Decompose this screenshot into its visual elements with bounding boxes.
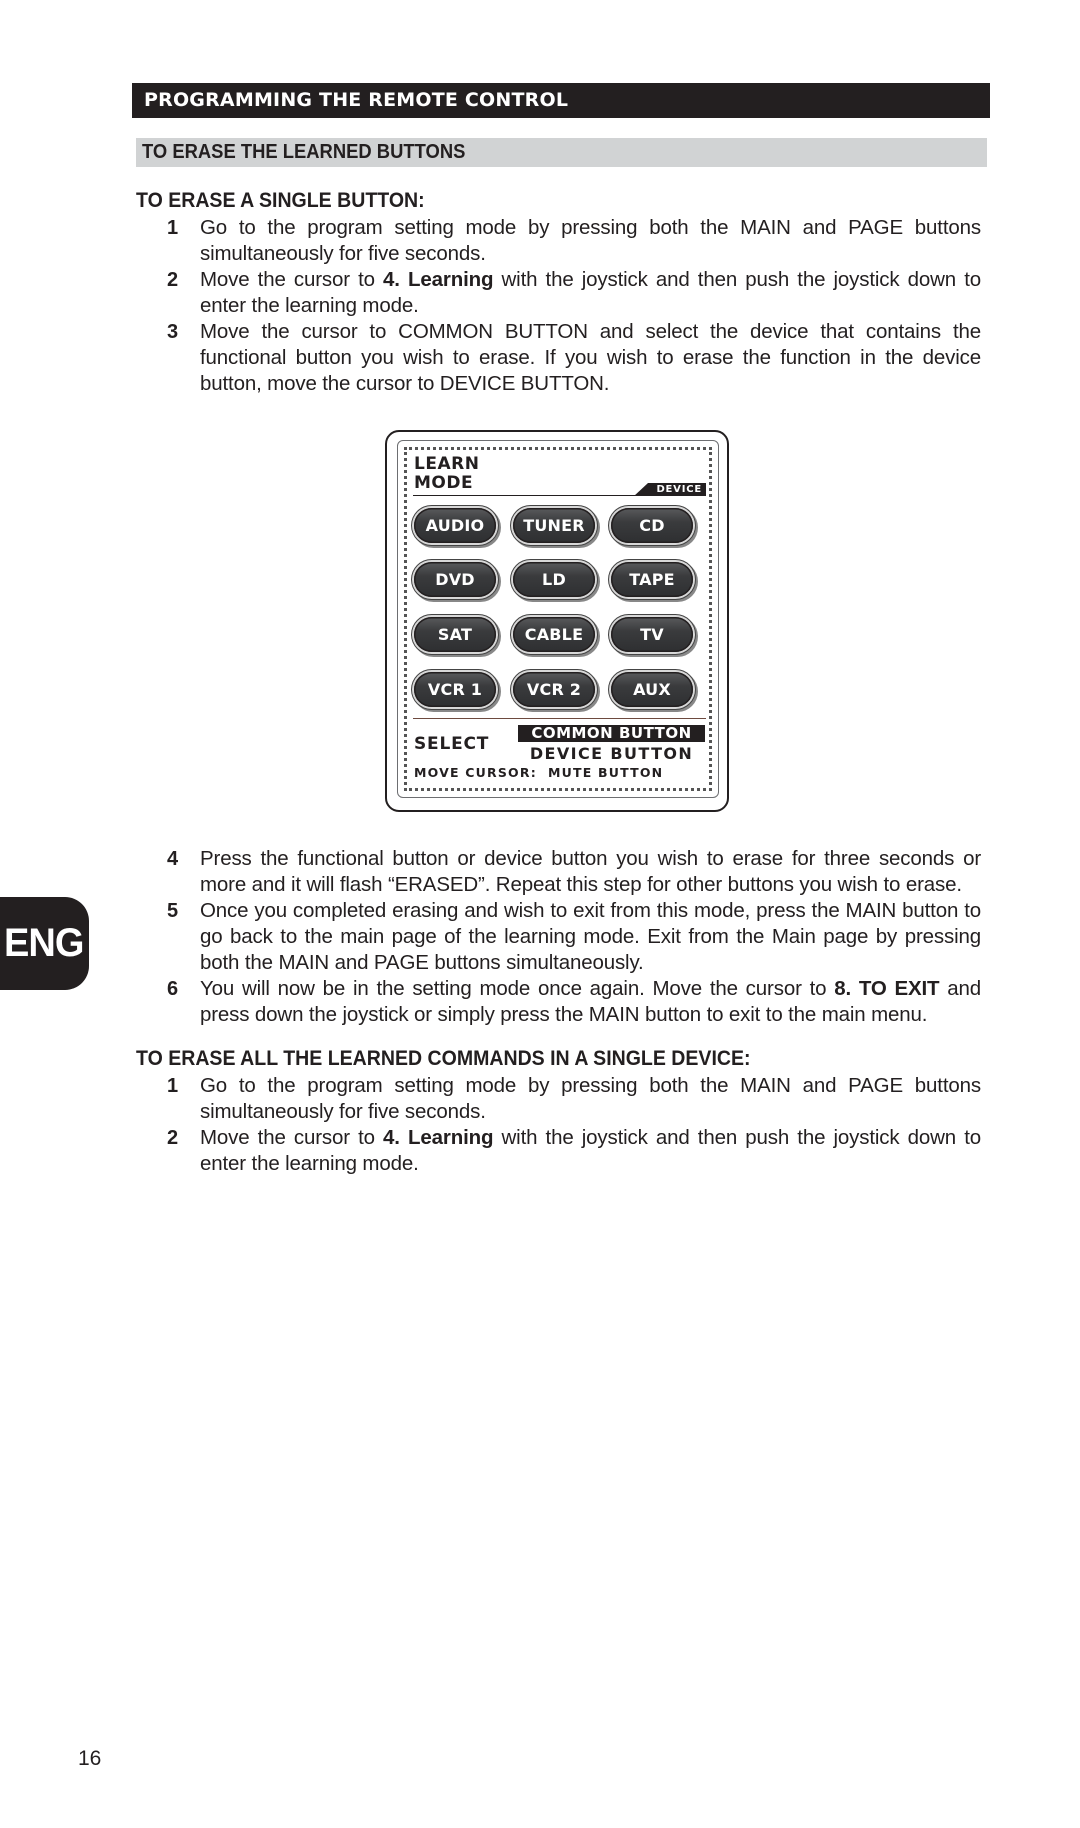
steps-erase-single: 1 Go to the program setting mode by press…: [0, 215, 1080, 397]
step-item: 2 Move the cursor to 4. Learning with the…: [0, 1125, 1080, 1177]
step-text-run: Once you completed erasing and wish to e…: [200, 899, 981, 974]
steps-erase-all: 1 Go to the program setting mode by press…: [0, 1073, 1080, 1177]
device-button-ld: LD: [513, 562, 595, 597]
subsection-title-bar: TO ERASE THE LEARNED BUTTONS: [136, 138, 987, 167]
step-item: 1 Go to the program setting mode by press…: [0, 215, 1080, 267]
section-title: PROGRAMMING THE REMOTE CONTROL: [144, 89, 569, 111]
language-tab-label: ENG: [4, 921, 84, 965]
lcd-divider: [413, 718, 706, 719]
lcd-select-label: SELECT: [414, 734, 490, 754]
step-text-emphasis: 4. Learning: [383, 1126, 494, 1149]
step-number: 1: [167, 217, 179, 239]
step-text: Move the cursor to COMMON BUTTON and sel…: [200, 319, 981, 397]
lcd-title-learn: LEARN: [414, 454, 480, 474]
step-text-run: Move the cursor to COMMON BUTTON and sel…: [200, 320, 981, 395]
page-number: 16: [78, 1747, 102, 1770]
device-button-aux: AUX: [611, 672, 693, 707]
device-button-dvd: DVD: [414, 562, 496, 597]
step-text-run: Move the cursor to: [200, 268, 384, 291]
step-text: Go to the program setting mode by pressi…: [200, 215, 981, 267]
step-text-run: You will now be in the setting mode once…: [200, 977, 835, 1000]
lcd-common-button-option: COMMON BUTTON: [518, 725, 705, 742]
device-tag-label: DEVICE: [656, 484, 702, 495]
device-button-tv: TV: [611, 617, 693, 652]
step-item: 2 Move the cursor to 4. Learning with the…: [0, 267, 1080, 319]
language-tab: ENG: [0, 897, 89, 990]
step-number: 5: [167, 900, 179, 922]
step-text: Go to the program setting mode by pressi…: [200, 1073, 981, 1125]
device-button-sat: SAT: [414, 617, 496, 652]
step-item: 4 Press the functional button or device b…: [0, 846, 1080, 898]
device-button-audio: AUDIO: [414, 508, 496, 543]
step-number: 3: [167, 321, 179, 343]
step-text-run: Press the functional button or device bu…: [200, 847, 981, 896]
heading-erase-single: TO ERASE A SINGLE BUTTON:: [136, 189, 425, 212]
device-button-tape: TAPE: [611, 562, 693, 597]
step-text: Move the cursor to 4. Learning with the …: [200, 1125, 981, 1177]
step-text: You will now be in the setting mode once…: [200, 976, 981, 1028]
device-button-cable: CABLE: [513, 617, 595, 652]
step-number: 1: [167, 1075, 179, 1097]
steps-erase-single-continued: 4 Press the functional button or device b…: [0, 846, 1080, 1028]
step-number: 6: [167, 978, 179, 1000]
device-button-tuner: TUNER: [513, 508, 595, 543]
step-item: 5 Once you completed erasing and wish to …: [0, 898, 1080, 976]
step-item: 1 Go to the program setting mode by press…: [0, 1073, 1080, 1125]
step-text-run: Move the cursor to: [200, 1126, 384, 1149]
section-title-bar: PROGRAMMING THE REMOTE CONTROL: [132, 83, 990, 118]
lcd-move-cursor-hint: MOVE CURSOR: MUTE BUTTON: [414, 765, 664, 780]
subsection-title: TO ERASE THE LEARNED BUTTONS: [142, 141, 466, 163]
step-item: 3 Move the cursor to COMMON BUTTON and se…: [0, 319, 1080, 397]
step-number: 2: [167, 269, 179, 291]
step-text-emphasis: 4. Learning: [383, 268, 494, 291]
step-text: Press the functional button or device bu…: [200, 846, 981, 898]
step-item: 6 You will now be in the setting mode onc…: [0, 976, 1080, 1028]
device-button-cd: CD: [611, 508, 693, 543]
step-text: Move the cursor to 4. Learning with the …: [200, 267, 981, 319]
heading-erase-all: TO ERASE ALL THE LEARNED COMMANDS IN A S…: [136, 1047, 751, 1070]
step-number: 4: [167, 848, 179, 870]
step-text-run: Go to the program setting mode by pressi…: [200, 1074, 981, 1123]
step-text: Once you completed erasing and wish to e…: [200, 898, 981, 976]
device-button-vcr1: VCR 1: [414, 672, 496, 707]
step-text-emphasis: 8. TO EXIT: [834, 977, 940, 1000]
lcd-title-mode: MODE: [414, 473, 474, 493]
step-number: 2: [167, 1127, 179, 1149]
device-button-vcr2: VCR 2: [513, 672, 595, 707]
step-text-run: Go to the program setting mode by pressi…: [200, 216, 981, 265]
lcd-device-button-option: DEVICE BUTTON: [529, 744, 694, 763]
